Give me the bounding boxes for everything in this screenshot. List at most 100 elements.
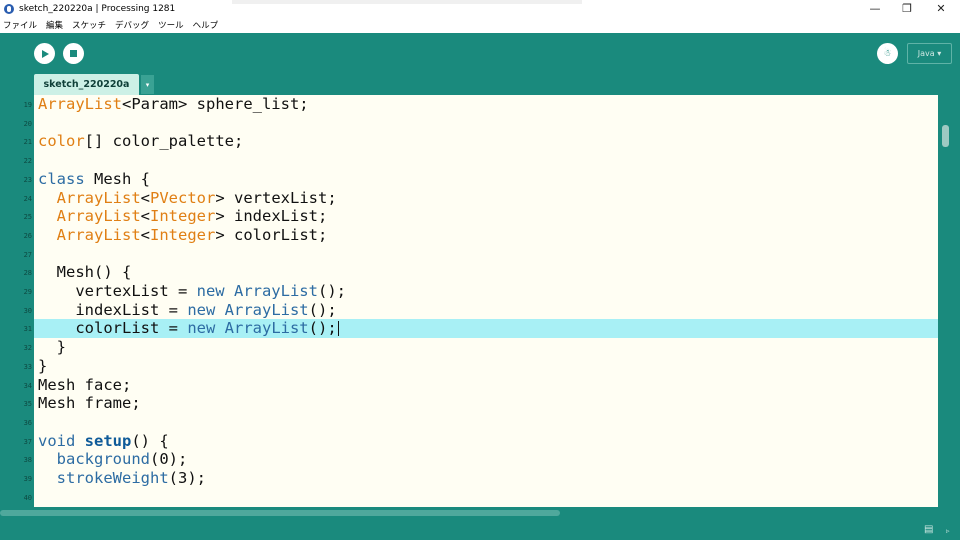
code-line[interactable]: Mesh face; [34,376,938,395]
vertical-scrollbar[interactable] [938,95,960,507]
code-line[interactable]: ArrayList<Integer> colorList; [34,226,938,245]
type-token: ArrayList [56,225,141,244]
code-token: Mesh { [84,169,150,188]
code-line[interactable] [34,413,938,432]
menu-file[interactable]: ファイル [3,19,37,31]
code-line[interactable]: } [34,338,938,357]
horizontal-scrollbar[interactable] [0,507,960,519]
keyword-token: strokeWeight [56,469,169,487]
code-token: > vertexList; [215,188,337,207]
maximize-button[interactable]: ❐ [890,0,924,17]
line-number: 24 [23,194,32,203]
menu-debug[interactable]: デバッグ [115,19,149,31]
horizontal-scroll-thumb[interactable] [0,510,560,516]
text-caret [337,321,339,337]
keyword-token: ArrayList [233,282,318,300]
code-line[interactable]: strokeWeight(3); [34,469,938,488]
menu-edit[interactable]: 編集 [46,19,63,31]
code-token: Mesh frame; [38,394,141,413]
type-token: Integer [150,225,216,244]
type-token: ArrayList [56,207,141,226]
code-line[interactable]: void setup() { [34,432,938,451]
debug-button[interactable]: ☃ [877,43,898,64]
code-line[interactable] [34,245,938,264]
line-number: 39 [23,475,32,483]
code-line[interactable]: background(0); [34,450,938,469]
expand-console-icon[interactable]: ▹ [946,527,950,535]
keyword-token: void [38,431,76,450]
code-line[interactable]: color[] color_palette; [34,132,938,151]
code-line[interactable]: Mesh() { [34,263,938,282]
menu-tools[interactable]: ツール [158,19,184,31]
play-icon [42,49,49,58]
status-bar: ▤ ▹ [0,519,960,540]
code-token: (); [308,300,337,319]
line-number: 33 [23,362,32,371]
menu-sketch[interactable]: スケッチ [72,19,106,31]
code-token: <Param> sphere_list; [122,95,309,113]
tab-sketch[interactable]: sketch_220220a [34,74,139,95]
keyword-token: background [56,450,150,469]
code-line[interactable]: ArrayList<Param> sphere_list; [34,95,938,114]
code-line[interactable] [34,151,938,170]
code-token: () { [131,431,169,450]
code-line[interactable]: ArrayList<Integer> indexList; [34,207,938,226]
line-number: 34 [23,381,32,390]
keyword-token: setup [84,431,132,450]
code-token: < [140,188,151,207]
line-number: 28 [23,269,32,278]
tab-bar: sketch_220220a ▾ [0,74,960,95]
code-token: Mesh face; [38,375,132,394]
keyword-token: new [187,300,216,319]
code-token: Mesh() { [38,263,132,282]
code-line[interactable]: indexList = new ArrayList(); [34,301,938,320]
processing-app-icon [4,3,14,14]
type-token: PVector [150,188,216,207]
code-line[interactable]: } [34,357,938,376]
line-number: 35 [23,400,32,409]
toolbar: ☃ Java ▾ [0,33,960,74]
type-token: ArrayList [56,188,141,207]
close-window-button[interactable]: ✕ [924,0,958,17]
line-number: 25 [23,213,32,222]
mode-select[interactable]: Java ▾ [907,43,952,64]
keyword-token: ArrayList [224,319,309,338]
line-number: 29 [23,288,32,296]
code-token: < [140,225,151,244]
line-number: 40 [23,493,32,502]
code-token: (3); [168,469,206,487]
code-line[interactable] [34,488,938,507]
code-line[interactable]: Mesh frame; [34,394,938,413]
current-code-line[interactable]: colorList = new ArrayList(); [34,319,938,339]
code-line[interactable] [34,114,938,133]
run-button[interactable] [34,43,55,64]
line-number: 37 [23,437,32,446]
keyword-token: ArrayList [224,300,309,319]
code-token: (0); [150,450,188,469]
title-bar-strip [232,0,582,4]
stop-button[interactable] [63,43,84,64]
console-icon[interactable]: ▤ [924,524,933,535]
line-number: 20 [23,119,32,128]
debug-icon: ☃ [883,48,892,59]
minimize-button[interactable]: — [858,0,892,17]
tab-menu-button[interactable]: ▾ [141,75,154,94]
line-number: 32 [23,344,32,353]
line-number: 27 [23,250,32,259]
code-editor[interactable]: ArrayList<Param> sphere_list; color[] col… [34,95,938,507]
code-line[interactable]: vertexList = new ArrayList(); [34,282,938,301]
vertical-scroll-thumb[interactable] [942,125,949,147]
stop-icon [70,50,77,57]
line-number: 21 [23,138,32,147]
line-number-gutter: 19 20 21 22 23 24 25 26 27 28 29 30 31 32 33 34 35 36 37 38… [0,95,34,507]
code-token: < [140,207,151,226]
code-line[interactable]: ArrayList<PVector> vertexList; [34,189,938,208]
menu-help[interactable]: ヘルプ [193,19,219,31]
code-token: colorList = [38,319,188,338]
code-line[interactable]: class Mesh { [34,170,938,189]
